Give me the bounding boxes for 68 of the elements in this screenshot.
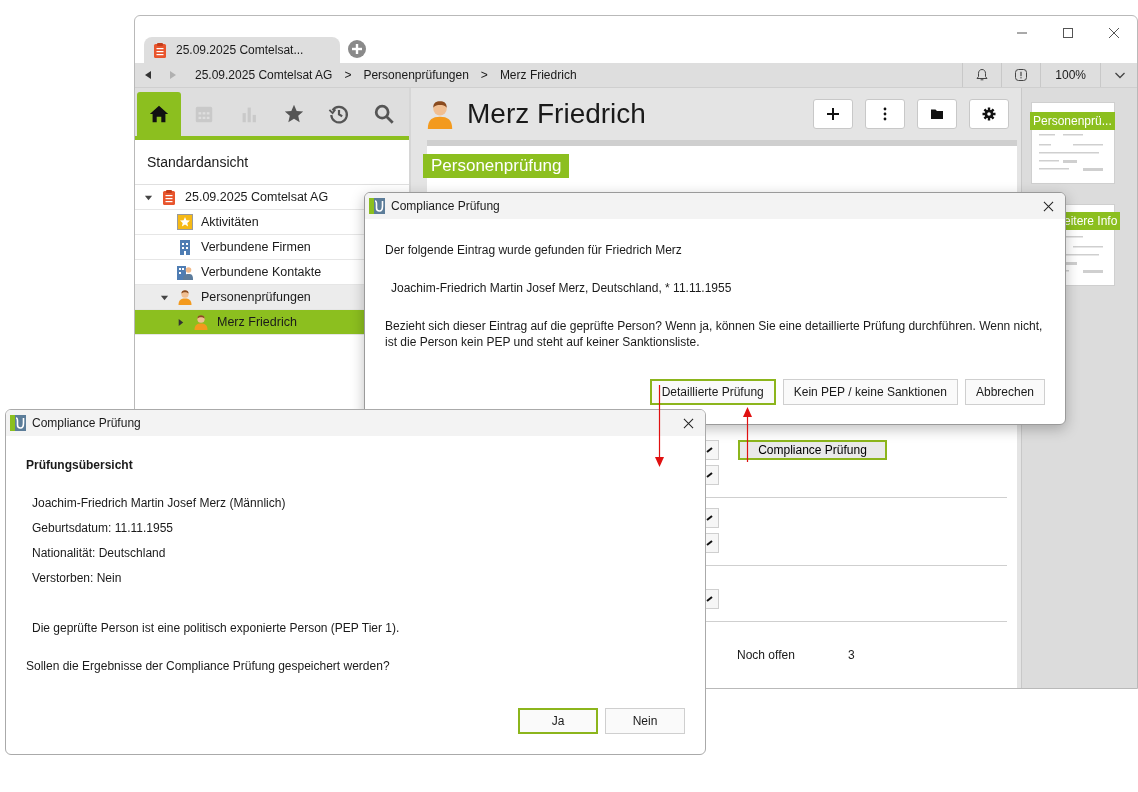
clipboard-icon [161,189,177,205]
building-icon [177,239,193,255]
record-title: Merz Friedrich [467,98,646,130]
breadcrumb-separator: > [344,68,352,82]
result-line: Die geprüfte Person ist eine politisch exponierte Person (PEP Tier 1). [31,620,401,636]
browser-tab[interactable]: 25.09.2025 Comtelsat... [144,37,340,63]
breadcrumb-link[interactable]: Merz Friedrich [499,68,577,82]
detail-line: Joachim-Friedrich Martin Josef Merz (Männlich) [31,495,287,511]
plus-icon [826,107,840,121]
add-button[interactable] [813,99,853,129]
close-icon[interactable] [1108,27,1120,39]
dialog-heading: Prüfungsübersicht [26,457,134,473]
dialog-title: Compliance Prüfung [32,416,141,430]
thumbnail-label: Personenprü... [1030,112,1115,130]
star-icon [283,103,305,125]
result-line: Joachim-Friedrich Martin Josef Merz, Deutschland, * 11.11.1955 [390,280,733,296]
breadcrumb-link[interactable]: 25.09.2025 Comtelsat AG [195,68,333,82]
maximize-icon[interactable] [1062,27,1074,39]
new-tab-icon[interactable] [348,40,366,58]
app-logo-icon [369,198,385,214]
caret-icon [705,445,715,455]
settings-icon [982,107,996,121]
compliance-button[interactable]: Compliance Prüfung [738,440,887,460]
message-text: Sollen die Ergebnisse der Compliance Prüfung gespeichert werden? [26,658,391,674]
detail-line: Nationalität: Deutschland [31,545,167,561]
caret-icon [705,470,715,480]
dialog-button[interactable]: Nein [605,708,685,734]
breadcrumb-separator: > [480,68,488,82]
settings-button[interactable] [969,99,1009,129]
app-logo-icon [10,415,26,431]
star-icon [177,214,193,230]
caret-icon [705,538,715,548]
alert-icon[interactable] [1014,68,1029,82]
dialog-button[interactable]: Ja [518,708,598,734]
dialog-button[interactable]: Detaillierte Prüfung [649,379,776,405]
bell-icon[interactable] [975,68,990,82]
home-icon [148,103,170,125]
zoom-level[interactable]: 100% [1040,63,1100,87]
close-icon[interactable] [683,417,694,429]
back-icon[interactable] [143,70,153,80]
page-preview-drawing [1039,134,1103,171]
status-value: 3 [848,648,855,662]
folder-button[interactable] [917,99,957,129]
folder-icon [930,107,944,121]
detail-line: Geburtsdatum: 11.11.1955 [31,520,174,536]
building-person-icon [177,264,193,280]
dialog-button[interactable]: Kein PEP / keine Sanktionen [782,379,958,405]
dialog-title: Compliance Prüfung [391,199,500,213]
search-icon [373,103,395,125]
detail-line: Verstorben: Nein [31,570,123,586]
sidebar-tab[interactable] [137,92,181,136]
view-title: Standardansicht [135,140,409,185]
caret-icon [705,513,715,523]
person-icon [193,314,209,330]
history-icon [328,103,350,125]
caret-icon [705,594,715,604]
section-header: Personenprüfung [423,154,570,178]
tree-item[interactable]: 25.09.2025 Comtelsat AG [135,185,365,210]
clipboard-icon [152,42,168,58]
person-icon [177,289,193,305]
page-preview-drawing [1063,236,1103,273]
status-label: Noch offen [737,648,796,662]
arrow-drawing [743,407,752,463]
message-text: Der folgende Eintrag wurde gefunden für Friedrich Merz [385,242,683,258]
person-icon [425,99,455,129]
breadcrumb-link[interactable]: Personenprüfungen [363,68,469,82]
dialog-button[interactable]: Abbrechen [964,379,1045,405]
close-icon[interactable] [1043,200,1054,212]
